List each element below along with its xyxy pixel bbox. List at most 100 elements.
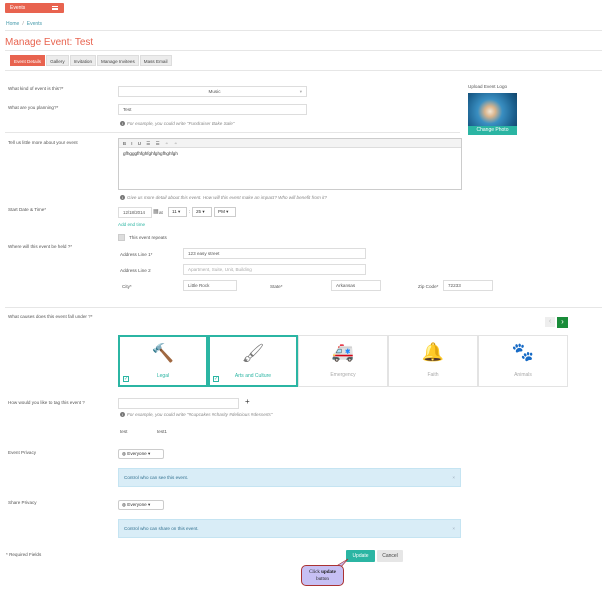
start-label: Start Date & Time* — [8, 207, 47, 212]
tab-manage-invitees[interactable]: Manage Invitees — [97, 55, 139, 66]
breadcrumb-home[interactable]: Home — [6, 21, 19, 27]
causes-label: What causes does this event fall under ?… — [8, 314, 93, 319]
bell-icon: 🔔 — [421, 341, 445, 362]
callout-text-2: button — [316, 577, 329, 582]
share-select[interactable]: ◍ Everyone ▾ — [118, 500, 164, 510]
divider — [5, 70, 602, 71]
planning-input[interactable]: Test — [118, 104, 307, 115]
privacy-value: Everyone — [127, 451, 147, 456]
breadcrumb-events[interactable]: Events — [27, 21, 42, 27]
format-buttons[interactable]: B I U — [123, 141, 143, 146]
date-input[interactable]: 12/18/2014 — [118, 207, 152, 218]
city-label: City* — [122, 284, 132, 289]
addr2-label: Address Line 2 — [120, 268, 151, 273]
cause-name: Legal — [156, 373, 170, 379]
minute-select[interactable]: 25 ▾ — [192, 207, 212, 217]
cause-name: Animals — [514, 372, 532, 378]
cancel-button[interactable]: Cancel — [377, 550, 403, 562]
privacy-alert: Control who can see this event. × — [118, 468, 461, 487]
privacy-select[interactable]: ◍ Everyone ▾ — [118, 449, 164, 459]
list-icon[interactable]: ☰ ☰ — [146, 141, 161, 146]
cause-name: Arts and Culture — [234, 373, 272, 379]
breadcrumb: Home / Events — [6, 21, 42, 27]
about-help-text: Give us more detail about this event. Ho… — [127, 195, 327, 200]
minute-value: 25 — [196, 209, 202, 214]
cause-emergency[interactable]: 🚑 Emergency — [298, 335, 388, 387]
link-icon[interactable]: ⚭ ⚭ — [165, 141, 180, 146]
hour-value: 11 — [172, 209, 177, 214]
tab-event-details[interactable]: Event Details — [10, 55, 46, 66]
divider — [5, 132, 460, 133]
about-label: Tell us little more about your event — [8, 140, 78, 145]
privacy-alert-text: Control who can see this event. — [124, 475, 189, 480]
info-icon: i — [120, 412, 125, 417]
about-editor[interactable]: B I U ☰ ☰ ⚭ ⚭ gfhgggfhfghfghfghgfhghfgh — [118, 138, 462, 190]
cause-name: Faith — [427, 372, 439, 378]
events-menu-label: Events — [10, 5, 26, 11]
state-label: State* — [270, 284, 283, 289]
callout-text: Click — [309, 570, 322, 575]
about-help: i Give us more detail about this event. H… — [120, 195, 327, 200]
change-photo-button[interactable]: Change Photo — [468, 126, 517, 135]
ampm-value: PM — [218, 209, 225, 214]
instruction-callout: Click update button — [301, 565, 344, 586]
planning-help-text: For example, you could write "Fundraiser… — [127, 121, 235, 126]
addr2-input[interactable]: Apartment, Suite, Unit, Building — [183, 264, 366, 275]
gavel-icon: 🔨 — [151, 342, 175, 363]
globe-icon: ◍ — [122, 451, 127, 456]
kind-select[interactable]: Music ▾ — [118, 86, 307, 97]
tab-bar: Event Details Gallery Invitation Manage … — [10, 55, 172, 66]
addr1-label: Address Line 1* — [120, 252, 153, 257]
tag-help: i For example, you could write "#cupcakes… — [120, 412, 272, 417]
check-icon: ✓ — [213, 376, 219, 382]
share-label: Share Privacy — [8, 500, 37, 505]
editor-toolbar: B I U ☰ ☰ ⚭ ⚭ — [119, 139, 461, 148]
check-icon: ✓ — [123, 376, 129, 382]
tag-help-text: For example, you could write "#cupcakes … — [127, 412, 273, 417]
tag-chip[interactable]: test — [120, 429, 127, 434]
planning-label: What are you planning?* — [8, 105, 59, 110]
calendar-icon[interactable]: ▦ — [153, 208, 159, 215]
close-icon[interactable]: × — [452, 469, 455, 486]
kind-value: Music — [208, 89, 221, 94]
tab-mass-email[interactable]: Mass Email — [139, 55, 172, 66]
cause-arts[interactable]: 🖌 Arts and Culture ✓ — [208, 335, 298, 387]
add-end-time-link[interactable]: Add end time — [118, 222, 145, 227]
divider — [5, 50, 602, 51]
cause-animals[interactable]: 🐾 Animals — [478, 335, 568, 387]
divider — [5, 30, 602, 31]
hour-select[interactable]: 11 ▾ — [168, 207, 187, 217]
repeat-checkbox[interactable] — [118, 234, 125, 241]
close-icon[interactable]: × — [452, 520, 455, 537]
colon-label: : — [189, 209, 191, 214]
cause-legal[interactable]: 🔨 Legal ✓ — [118, 335, 208, 387]
state-input[interactable]: Arkansas — [331, 280, 381, 291]
add-tag-button[interactable]: + — [245, 397, 250, 406]
tab-gallery[interactable]: Gallery — [46, 55, 69, 66]
page-title: Manage Event: Test — [5, 37, 94, 48]
ampm-select[interactable]: PM ▾ — [214, 207, 236, 217]
where-label: Where will this event be held ?* — [8, 244, 73, 249]
tag-label: How would you like to tag this event ? — [8, 400, 85, 405]
tab-invitation[interactable]: Invitation — [69, 55, 97, 66]
zip-input[interactable]: 72233 — [443, 280, 493, 291]
next-arrow-icon[interactable]: › — [557, 317, 568, 328]
city-input[interactable]: Little Rock — [183, 280, 237, 291]
at-label: at — [159, 210, 163, 215]
hamburger-icon — [52, 6, 58, 10]
events-menu-button[interactable]: Events — [5, 3, 64, 13]
addr1-input[interactable]: 123 easy street — [183, 248, 366, 259]
prev-arrow-icon[interactable]: ‹ — [545, 317, 555, 327]
cause-faith[interactable]: 🔔 Faith — [388, 335, 478, 387]
brush-icon: 🖌 — [241, 342, 265, 363]
privacy-label: Event Privacy — [8, 450, 37, 455]
share-value: Everyone — [127, 502, 147, 507]
share-alert: Control who can share on this event. × — [118, 519, 461, 538]
paw-icon: 🐾 — [511, 341, 535, 362]
about-text[interactable]: gfhgggfhfghfghfghgfhghfgh — [119, 148, 461, 159]
breadcrumb-separator: / — [22, 21, 24, 27]
chevron-down-icon: ▾ — [148, 451, 151, 456]
callout-bold: update — [321, 570, 336, 575]
tag-input[interactable] — [118, 398, 239, 409]
tag-chip[interactable]: test1 — [157, 429, 167, 434]
